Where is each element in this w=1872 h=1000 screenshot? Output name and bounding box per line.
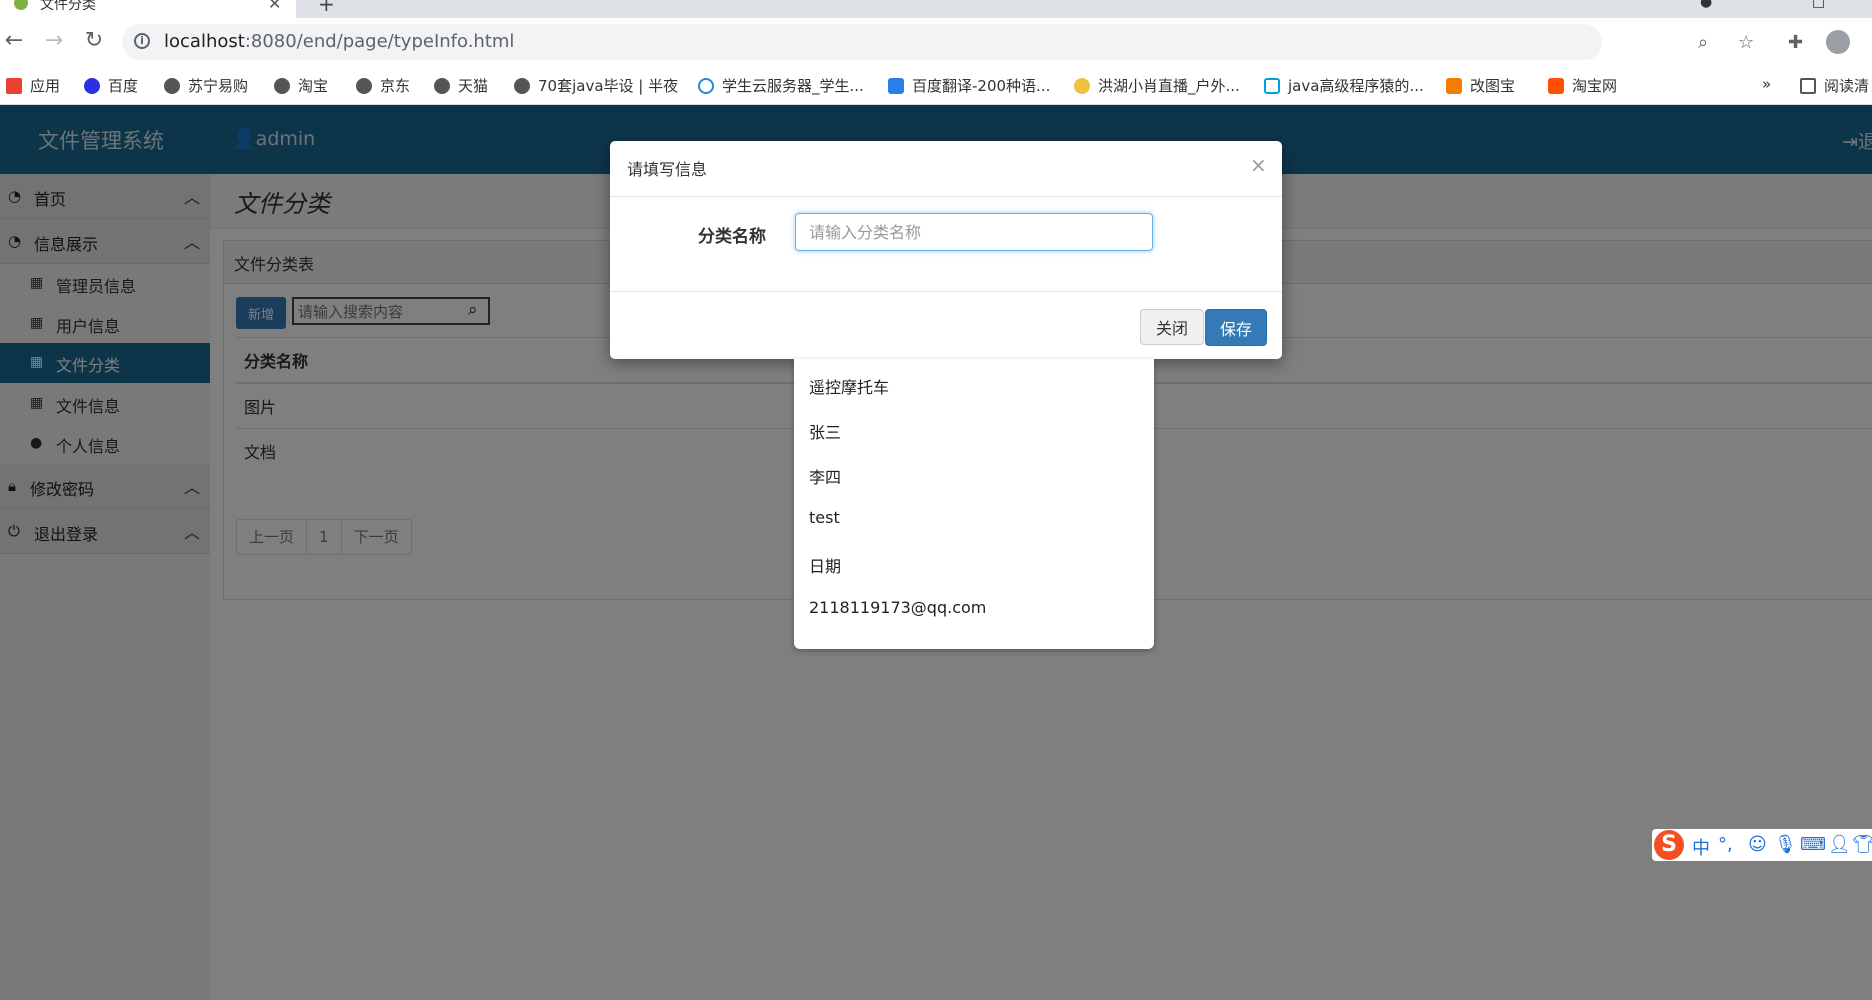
tv-icon <box>1264 78 1280 94</box>
new-tab-icon[interactable]: + <box>318 0 335 16</box>
autocomplete-option[interactable]: 张三 <box>809 419 841 443</box>
browser-tabstrip: 文件分类 ✕ + ● □ <box>0 0 1872 18</box>
globe-icon <box>356 78 372 94</box>
bookmark-apps[interactable]: 应用 <box>6 75 60 96</box>
bookmarks-bar: 应用 百度 苏宁易购 淘宝 京东 天猫 70套java毕设 | 半夜 学生云服务… <box>0 66 1872 105</box>
reading-list[interactable]: 阅读清 <box>1800 75 1869 96</box>
bookmark-bilibili[interactable]: java高级程序猿的... <box>1264 75 1424 96</box>
autocomplete-option[interactable]: test <box>809 508 840 527</box>
baidu-paw-icon <box>84 78 100 94</box>
zoom-icon[interactable]: ⌕ <box>1698 32 1708 53</box>
close-icon[interactable]: × <box>1250 153 1267 177</box>
close-icon[interactable]: ✕ <box>268 0 281 13</box>
bookmark-gaitubao[interactable]: 改图宝 <box>1446 75 1515 96</box>
globe-icon <box>164 78 180 94</box>
reload-icon[interactable]: ↻ <box>80 28 108 53</box>
sogou-logo-icon[interactable]: S <box>1654 830 1684 860</box>
modal-title: 请填写信息 <box>627 160 708 179</box>
close-button[interactable]: 关闭 <box>1140 309 1204 345</box>
ime-toolbar: S 中 °, ☺ 🎙︎ ⌨ 👤︎ 👕︎ <box>1652 829 1872 861</box>
browser-toolbar: ← → ↻ i localhost:8080/end/page/typeInfo… <box>0 18 1872 66</box>
live-icon <box>1074 78 1090 94</box>
bookmark-java[interactable]: 70套java毕设 | 半夜 <box>514 75 678 96</box>
help-icon[interactable]: ● <box>1700 0 1712 10</box>
autocomplete-option[interactable]: 日期 <box>809 553 841 577</box>
bookmark-taobao-net[interactable]: 淘宝网 <box>1548 75 1617 96</box>
type-name-label: 分类名称 <box>698 227 766 247</box>
browser-tab[interactable]: 文件分类 ✕ <box>0 0 296 18</box>
bookmark-baidu[interactable]: 百度 <box>84 75 138 96</box>
bookmark-live[interactable]: 洪湖小肖直播_户外... <box>1074 75 1240 96</box>
microphone-icon[interactable]: 🎙︎ <box>1774 834 1797 855</box>
bookmark-suning[interactable]: 苏宁易购 <box>164 75 248 96</box>
extensions-icon[interactable]: ✚ <box>1788 32 1803 53</box>
apps-grid-icon <box>6 78 22 94</box>
forward-icon[interactable]: → <box>40 28 68 53</box>
bookmarks-overflow-chevron[interactable]: » <box>1762 75 1771 93</box>
bookmark-tmall[interactable]: 天猫 <box>434 75 488 96</box>
cloud-icon <box>698 78 714 94</box>
autocomplete-option[interactable]: 李四 <box>809 464 841 488</box>
url-text[interactable]: localhost:8080/end/page/typeInfo.html <box>164 31 514 52</box>
translate-icon <box>888 78 904 94</box>
autocomplete-option[interactable]: 遥控摩托车 <box>809 374 889 398</box>
modal-footer: 关闭 保存 <box>610 291 1282 360</box>
minimize-icon[interactable]: □ <box>1812 0 1825 10</box>
type-name-input[interactable] <box>795 213 1153 251</box>
info-icon[interactable]: i <box>134 33 150 49</box>
globe-icon <box>514 78 530 94</box>
reading-list-icon <box>1800 78 1816 94</box>
modal-header: 请填写信息 × <box>610 141 1282 197</box>
emoji-icon[interactable]: ☺ <box>1748 834 1767 855</box>
ime-mode-toggle[interactable]: 中 <box>1692 834 1710 860</box>
globe-icon <box>274 78 290 94</box>
tab-title: 文件分类 <box>40 0 96 13</box>
user-icon[interactable]: 👤︎ <box>1828 834 1851 855</box>
web-app: 文件管理系统 👤admin ⇥退 ◔ 首页 ︿ ◔ 信息展示 ︿ ▦ 管理员信息… <box>0 105 1872 1000</box>
edit-type-modal: 请填写信息 × 分类名称 关闭 保存 <box>610 141 1282 359</box>
image-edit-icon <box>1446 78 1462 94</box>
skin-icon[interactable]: 👕︎ <box>1852 834 1872 855</box>
profile-avatar[interactable] <box>1826 30 1850 54</box>
autocomplete-option[interactable]: 2118119173@qq.com <box>809 598 986 617</box>
save-button[interactable]: 保存 <box>1205 309 1267 346</box>
bookmark-jd[interactable]: 京东 <box>356 75 410 96</box>
leaf-icon <box>14 0 28 10</box>
punctuation-icon[interactable]: °, <box>1718 834 1733 855</box>
back-icon[interactable]: ← <box>0 28 28 53</box>
autocomplete-dropdown: 遥控摩托车 张三 李四 test 日期 2118119173@qq.com <box>794 359 1154 649</box>
bookmark-cloud[interactable]: 学生云服务器_学生... <box>698 75 864 96</box>
star-icon[interactable]: ☆ <box>1738 32 1754 53</box>
bookmark-translate[interactable]: 百度翻译-200种语... <box>888 75 1050 96</box>
bookmark-taobao[interactable]: 淘宝 <box>274 75 328 96</box>
address-bar[interactable]: i localhost:8080/end/page/typeInfo.html <box>122 24 1602 60</box>
keyboard-icon[interactable]: ⌨ <box>1800 834 1826 855</box>
globe-icon <box>434 78 450 94</box>
taobao-icon <box>1548 78 1564 94</box>
